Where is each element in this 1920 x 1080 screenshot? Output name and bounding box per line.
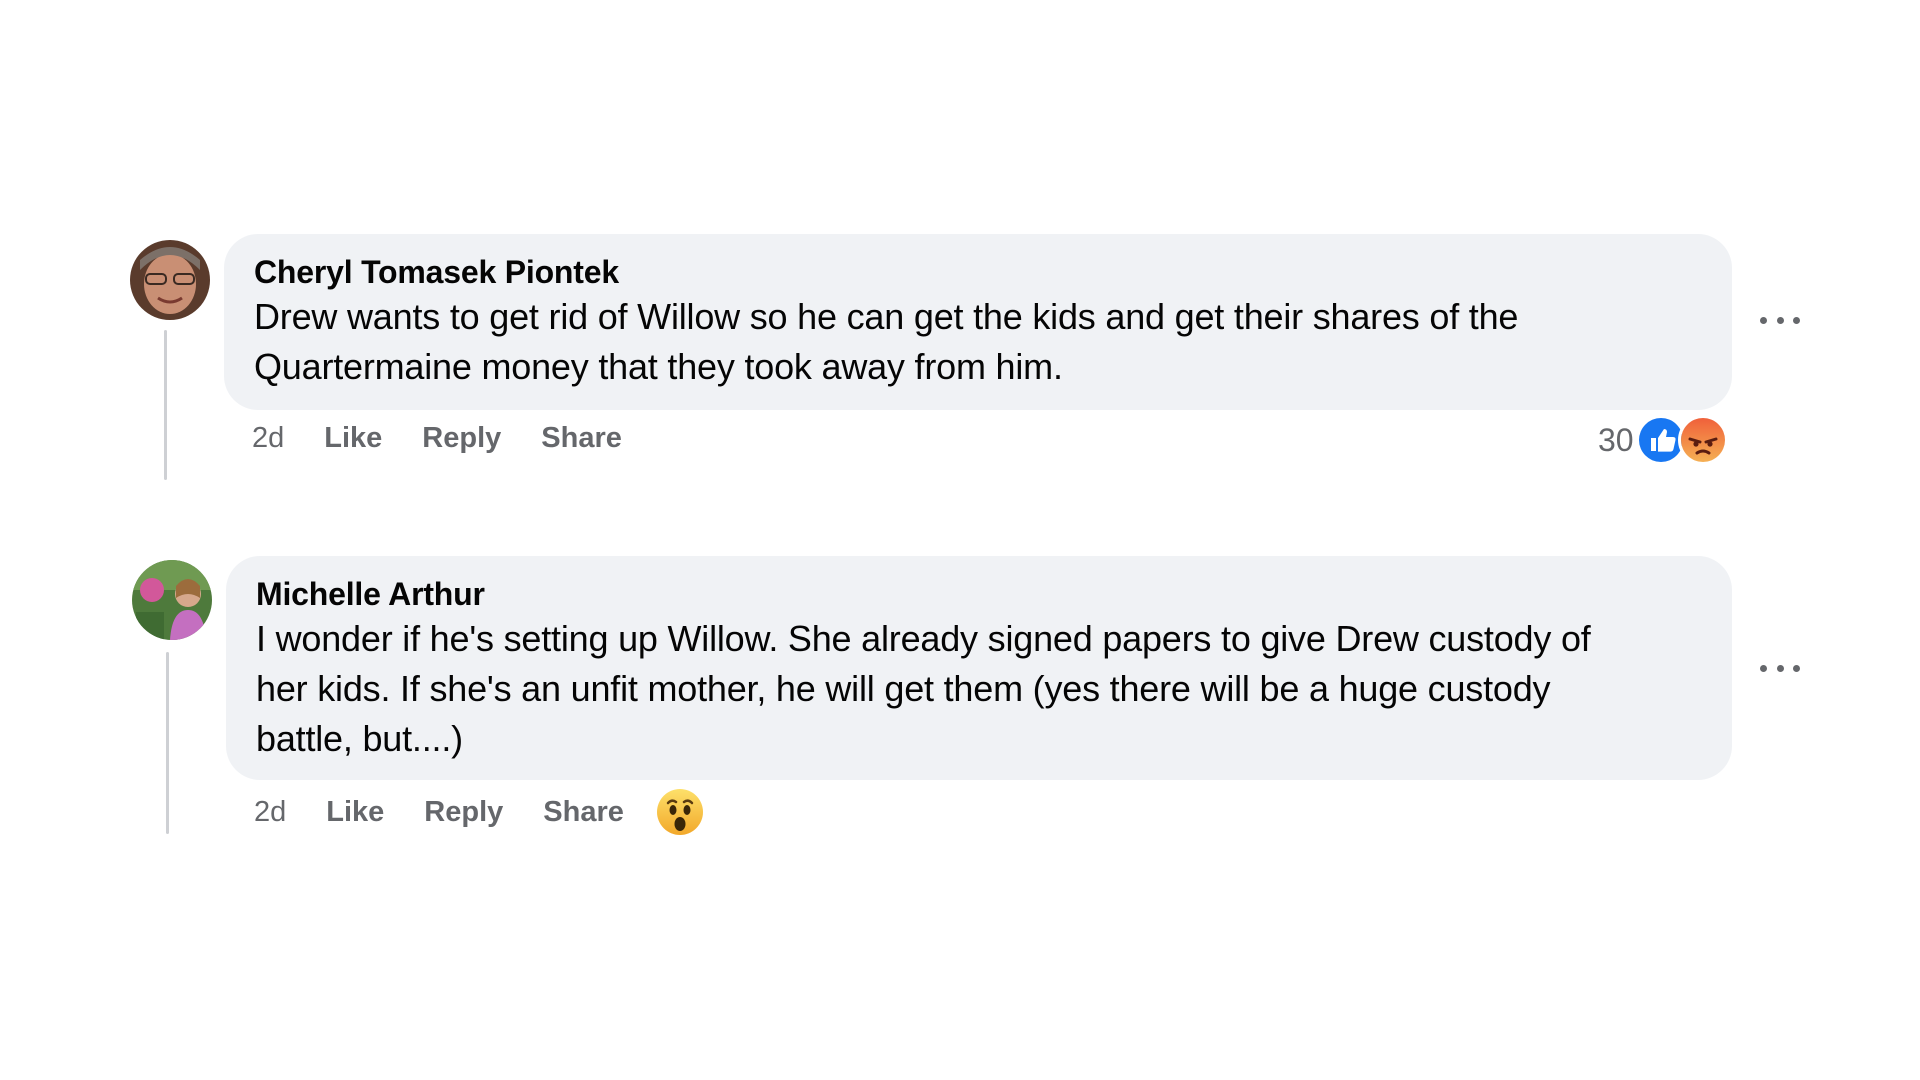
comment-timestamp[interactable]: 2d: [252, 422, 284, 455]
comment-bubble: Cheryl Tomasek Piontek Drew wants to get…: [224, 234, 1732, 410]
avatar-image: [132, 560, 212, 640]
reply-button[interactable]: Reply: [422, 422, 501, 455]
comment-bubble: Michelle Arthur I wonder if he's setting…: [226, 556, 1732, 780]
avatar[interactable]: [132, 560, 212, 640]
comment-text-line: battle, but....): [256, 718, 463, 759]
thread-line: [166, 652, 169, 834]
avatar[interactable]: [130, 240, 210, 320]
comment-timestamp[interactable]: 2d: [254, 796, 286, 829]
share-button[interactable]: Share: [541, 422, 622, 455]
more-options-icon[interactable]: [1760, 660, 1800, 676]
reaction-count: 30: [1598, 421, 1634, 458]
comment-text-line: her kids. If she's an unfit mother, he w…: [256, 668, 1551, 709]
comment-text-line: I wonder if he's setting up Willow. She …: [256, 618, 1591, 659]
like-button[interactable]: Like: [324, 422, 382, 455]
angry-reaction-icon: [1677, 415, 1728, 465]
comment-text-line: Drew wants to get rid of Willow so he ca…: [254, 296, 1519, 337]
reply-button[interactable]: Reply: [424, 796, 503, 829]
wow-reaction-icon[interactable]: [656, 788, 704, 836]
like-button[interactable]: Like: [326, 796, 384, 829]
comment-actions: 2d Like Reply Share: [254, 796, 664, 829]
comment-text-line: Quartermaine money that they took away f…: [254, 346, 1063, 387]
thread-line: [164, 330, 167, 480]
reaction-summary[interactable]: 30: [1598, 415, 1728, 465]
comment-author[interactable]: Michelle Arthur: [256, 574, 1702, 614]
more-options-icon[interactable]: [1760, 312, 1800, 328]
comment-author[interactable]: Cheryl Tomasek Piontek: [254, 252, 1702, 292]
avatar-image: [130, 240, 210, 320]
comment-actions: 2d Like Reply Share: [252, 422, 662, 455]
share-button[interactable]: Share: [543, 796, 624, 829]
